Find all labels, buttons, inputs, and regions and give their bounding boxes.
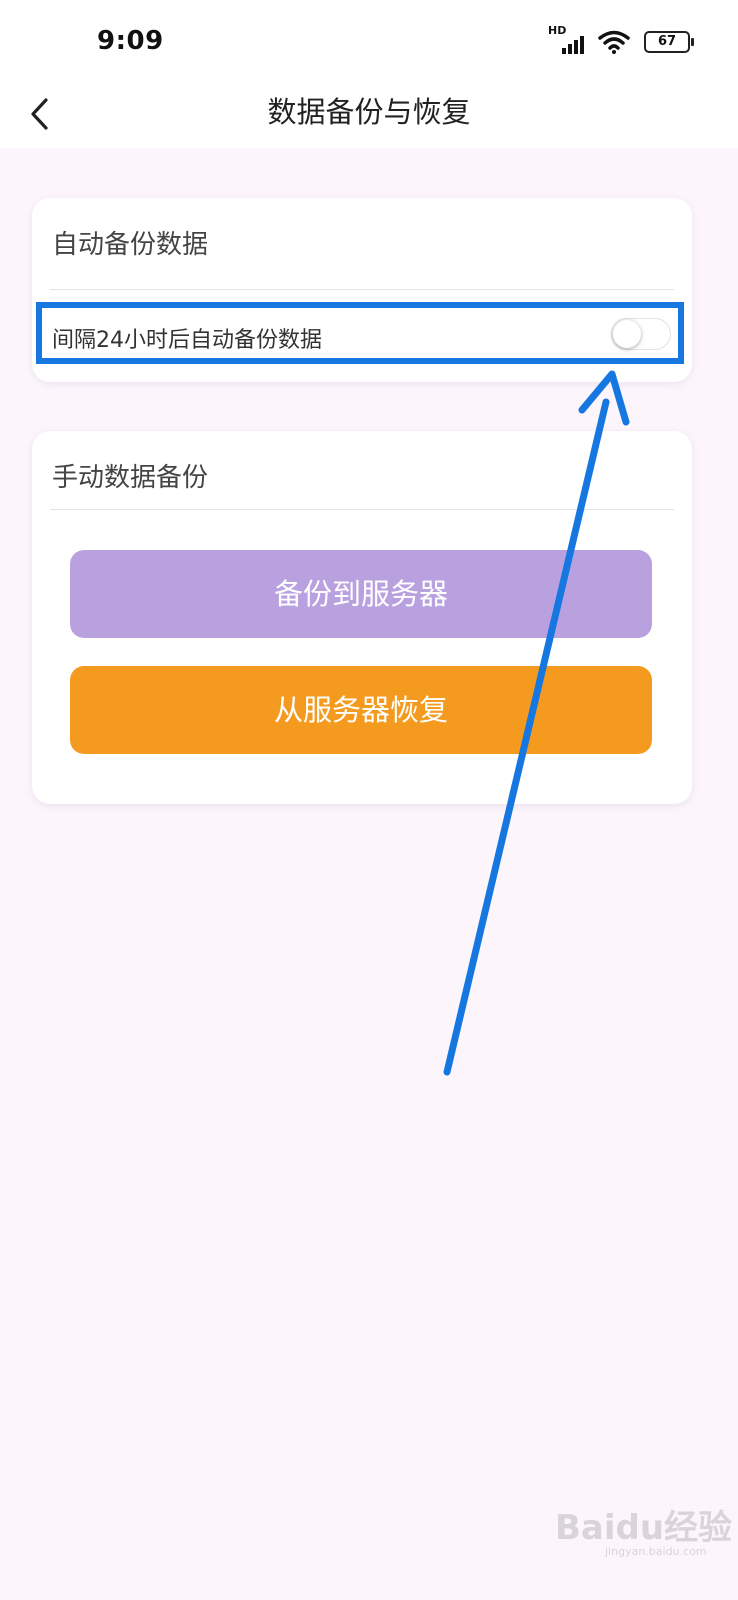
nav-header: 数据备份与恢复 — [0, 82, 738, 148]
restore-from-server-button[interactable]: 从服务器恢复 — [70, 666, 652, 754]
auto-backup-row-label: 间隔24小时后自动备份数据 — [52, 328, 322, 353]
battery-icon: 67 — [644, 31, 694, 53]
page-title: 数据备份与恢复 — [267, 95, 471, 129]
divider — [50, 509, 674, 510]
auto-backup-section-title: 自动备份数据 — [52, 230, 209, 260]
status-icons: HD 67 — [548, 24, 694, 56]
toggle-knob — [613, 320, 641, 348]
auto-backup-toggle[interactable] — [611, 318, 671, 350]
status-time: 9:09 — [97, 26, 164, 56]
divider — [50, 289, 674, 290]
wifi-icon — [598, 30, 630, 54]
watermark-logo: Baidu经验 — [555, 1508, 733, 1548]
backup-to-server-button[interactable]: 备份到服务器 — [70, 550, 652, 638]
signal-icon: HD — [548, 24, 584, 56]
manual-backup-section-title: 手动数据备份 — [52, 463, 209, 493]
watermark-url: jingyan.baidu.com — [605, 1545, 707, 1558]
status-bar: 9:09 HD 67 — [0, 0, 738, 82]
